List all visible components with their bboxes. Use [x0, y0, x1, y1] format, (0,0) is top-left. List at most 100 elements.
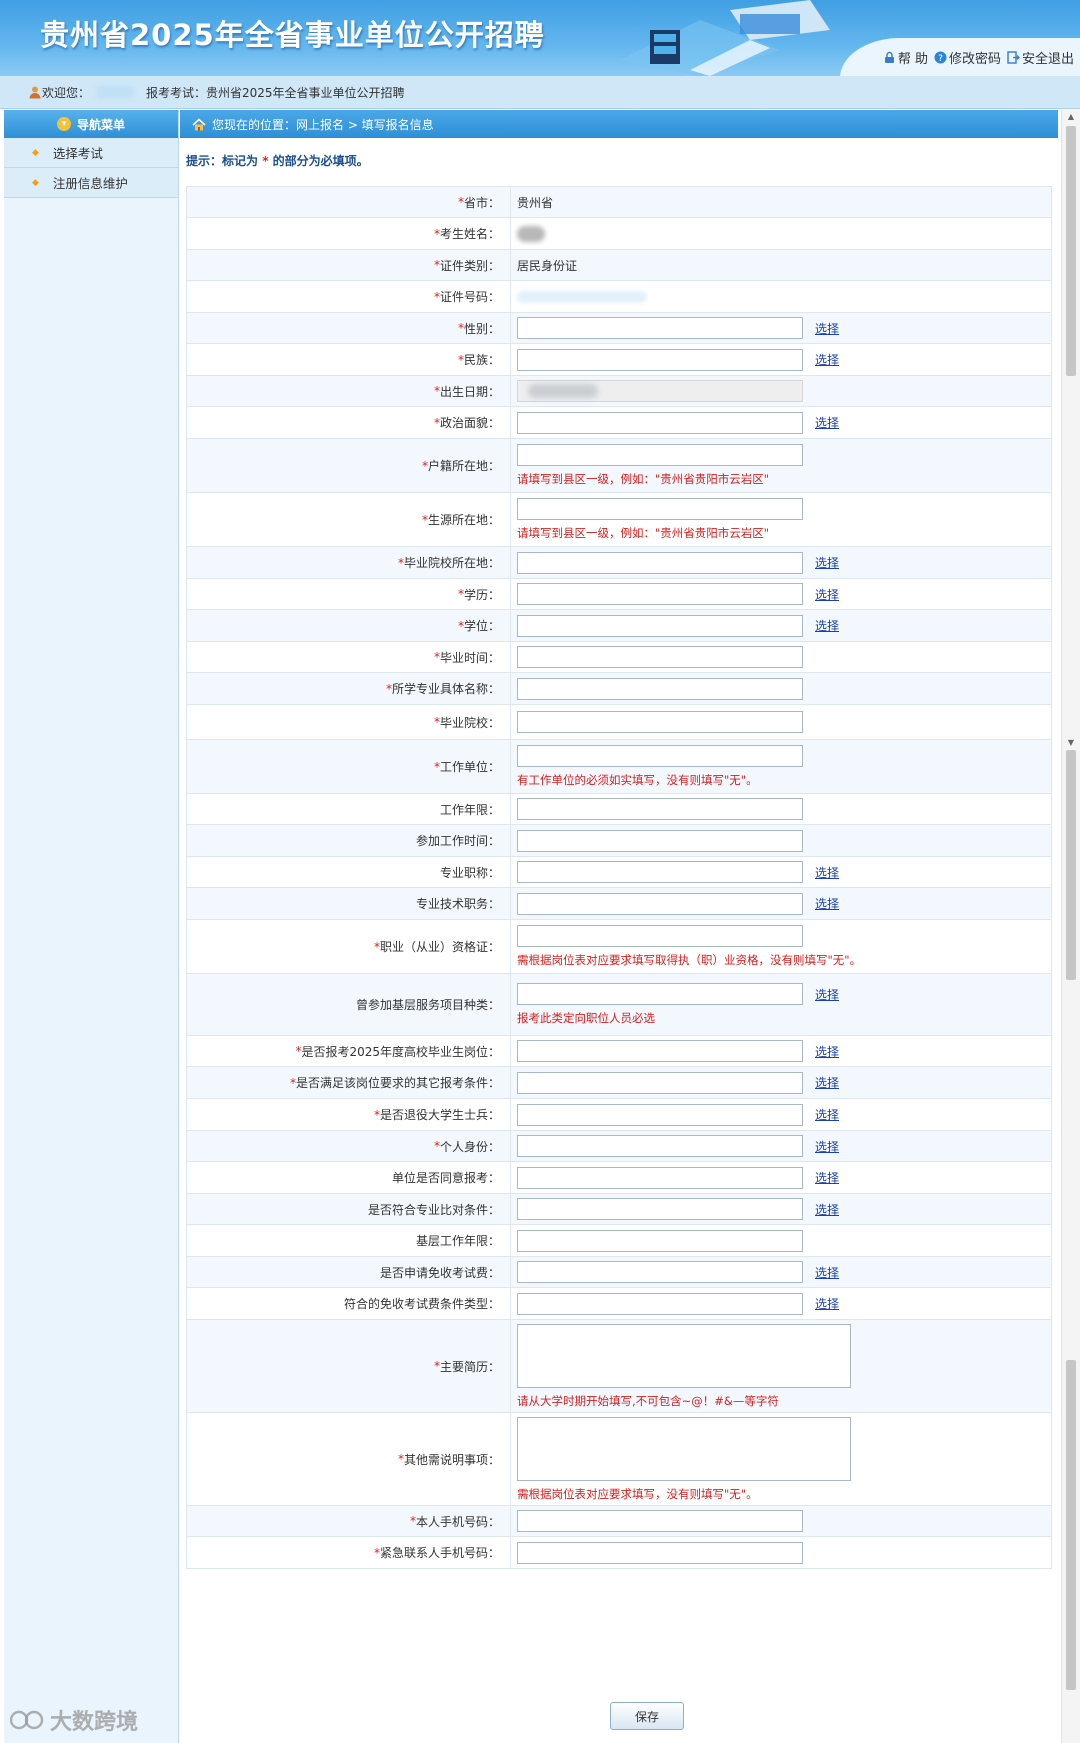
field-value: 选择 报考此类定向职位人员必选 [511, 974, 1051, 1035]
text-input[interactable] [517, 444, 803, 466]
logout-link[interactable]: 安全退出 [1007, 48, 1074, 67]
scrollbar-thumb-2[interactable] [1066, 750, 1076, 980]
field-label: 专业技术职务： [187, 888, 511, 919]
scrollbar-thumb-3[interactable] [1066, 1360, 1076, 1690]
select-link[interactable]: 选择 [815, 1169, 839, 1186]
select-link[interactable]: 选择 [815, 1043, 839, 1060]
form-row: * 学位： 选择 [186, 610, 1052, 642]
text-input[interactable] [517, 745, 803, 767]
sidebar-item-registration[interactable]: ◆ 注册信息维护 [4, 168, 178, 198]
field-value [511, 673, 1051, 704]
text-input[interactable] [517, 583, 803, 605]
form-row: 专业职称： 选择 [186, 857, 1052, 888]
text-input[interactable] [517, 1166, 803, 1189]
text-input[interactable] [517, 798, 803, 820]
field-label-text: 出生日期： [439, 384, 500, 399]
field-line [517, 380, 1051, 402]
field-line: 贵州省 [517, 194, 1051, 211]
field-line [517, 925, 1051, 947]
select-link[interactable]: 选择 [815, 554, 839, 571]
field-label-text: 符合的免收考试费条件类型： [343, 1297, 500, 1311]
text-input[interactable] [517, 677, 803, 700]
text-input[interactable] [517, 983, 803, 1005]
sidebar-item-select-exam[interactable]: ◆ 选择考试 [4, 138, 178, 168]
scroll-down-icon[interactable]: ▼ [1062, 738, 1080, 747]
field-label-text: 学位： [463, 619, 500, 633]
select-link[interactable]: 选择 [815, 1264, 839, 1281]
text-input[interactable] [517, 646, 803, 668]
scrollbar-thumb[interactable] [1066, 126, 1076, 376]
field-label-text: 工作年限： [439, 802, 500, 817]
text-input[interactable] [517, 348, 803, 371]
select-link[interactable]: 选择 [815, 586, 839, 603]
form-row: * 其他需说明事项： 需根据岗位表对应要求填写，没有则填写"无"。 [186, 1413, 1052, 1506]
text-input[interactable] [517, 551, 803, 574]
lock-icon [884, 51, 894, 63]
text-input[interactable] [517, 1103, 803, 1126]
field-label-text: 专业职称： [439, 865, 500, 880]
select-link[interactable]: 选择 [815, 895, 839, 912]
form-row: * 考生姓名： [186, 218, 1052, 250]
select-link[interactable]: 选择 [815, 414, 839, 431]
field-value: 选择 [511, 344, 1051, 375]
text-input[interactable] [517, 829, 803, 852]
textarea-input[interactable] [517, 1416, 851, 1481]
field-label-text: 学历： [463, 587, 500, 602]
field-label: * 性别： [187, 313, 511, 343]
text-input[interactable] [517, 411, 803, 434]
field-line: 选择 [517, 1166, 1051, 1189]
scroll-up-icon[interactable]: ▲ [1062, 112, 1080, 121]
field-note: 请填写到县区一级，例如："贵州省贵阳市云岩区" [517, 526, 770, 540]
field-label: 单位是否同意报考： [187, 1162, 511, 1193]
text-input[interactable] [517, 1198, 803, 1220]
header-links: 帮 助 ? 修改密码 安全退出 [883, 48, 1074, 67]
text-input[interactable] [517, 1261, 803, 1283]
sidebar-header: ▾ 导航菜单 [4, 110, 178, 138]
text-input[interactable] [517, 892, 803, 915]
text-input[interactable] [517, 614, 803, 637]
field-line: 选择 [517, 983, 1051, 1005]
text-input[interactable] [517, 1229, 803, 1252]
user-icon [29, 86, 41, 99]
select-link[interactable]: 选择 [815, 320, 839, 337]
field-note: 请填写到县区一级，例如："贵州省贵阳市云岩区" [517, 472, 770, 486]
field-label: * 学历： [187, 579, 511, 609]
text-input[interactable] [517, 1541, 803, 1564]
save-button[interactable]: 保存 [610, 1702, 684, 1730]
change-password-link[interactable]: ? 修改密码 [934, 48, 1001, 67]
field-line: 选择 [517, 861, 1051, 883]
select-link[interactable]: 选择 [815, 1074, 839, 1091]
select-link[interactable]: 选择 [815, 1201, 839, 1218]
text-input[interactable] [517, 1292, 803, 1315]
text-input[interactable] [517, 925, 803, 947]
text-input[interactable] [517, 498, 803, 520]
text-input[interactable] [517, 1135, 803, 1157]
field-value: 请填写到县区一级，例如："贵州省贵阳市云岩区" [511, 439, 1051, 492]
select-link[interactable]: 选择 [815, 864, 839, 881]
redacted-id-number [517, 290, 647, 303]
textarea-input[interactable] [517, 1323, 851, 1388]
help-link[interactable]: 帮 助 [883, 48, 928, 67]
select-link[interactable]: 选择 [815, 986, 839, 1003]
text-input[interactable] [517, 861, 803, 883]
field-value: 选择 [511, 313, 1051, 343]
field-label-text: 毕业时间： [439, 650, 500, 665]
text-input[interactable] [517, 1071, 803, 1094]
field-label-text: 是否符合专业比对条件： [367, 1202, 500, 1217]
field-label-text: 所学专业具体名称： [391, 682, 500, 696]
text-input[interactable] [517, 1510, 803, 1532]
field-label-text: 户籍所在地： [427, 459, 500, 473]
birth-date-field [517, 380, 803, 402]
select-link[interactable]: 选择 [815, 1106, 839, 1123]
text-input[interactable] [517, 317, 803, 339]
required-hint: 提示：标记为 * 的部分为必填项。 [180, 152, 1058, 172]
text-input[interactable] [517, 711, 803, 733]
scrollbar[interactable]: ▲ ▼ [1061, 110, 1080, 1743]
field-line: 选择 [517, 583, 1051, 605]
select-link[interactable]: 选择 [815, 617, 839, 634]
select-link[interactable]: 选择 [815, 1138, 839, 1155]
form-row: * 所学专业具体名称： [186, 673, 1052, 705]
select-link[interactable]: 选择 [815, 351, 839, 368]
text-input[interactable] [517, 1040, 803, 1062]
select-link[interactable]: 选择 [815, 1295, 839, 1312]
